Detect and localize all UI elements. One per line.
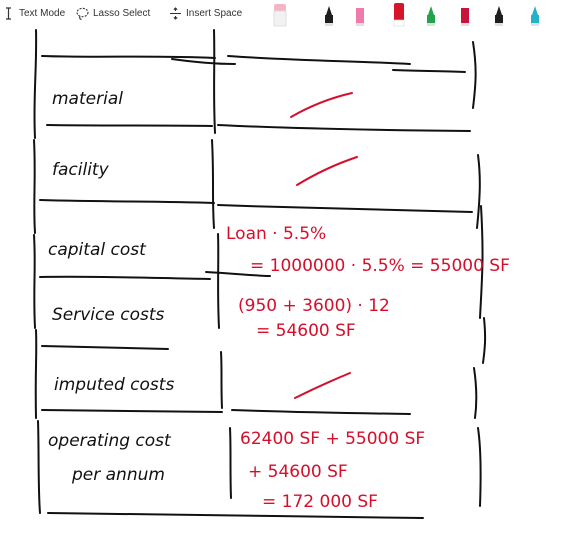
table-middle-divider — [211, 29, 232, 499]
insert-space-label: Insert Space — [186, 7, 243, 19]
row-label-facility: facility — [52, 160, 110, 180]
table-left-border — [33, 29, 41, 514]
row-line-6 — [47, 512, 424, 519]
row-label-service-costs: Service costs — [52, 305, 165, 325]
row-line-1 — [46, 124, 471, 132]
service-costs-line-1: (950 + 3600) · 12 — [238, 296, 390, 316]
row-line-2 — [39, 199, 473, 213]
insert-space-icon — [169, 6, 182, 20]
row-label-material: material — [52, 89, 123, 109]
row-line-3 — [39, 271, 271, 280]
row-label-imputed-costs: imputed costs — [54, 375, 174, 395]
operating-cost-line-2: + 54600 SF — [248, 462, 348, 482]
drawing-canvas[interactable]: material facility capital cost Service c… — [0, 28, 564, 533]
lasso-select-button[interactable]: Lasso Select — [76, 5, 150, 21]
lasso-icon — [76, 7, 89, 20]
insert-space-button[interactable]: Insert Space — [169, 5, 242, 21]
operating-cost-line-1: 62400 SF + 55000 SF — [240, 429, 425, 449]
row-line-4 — [41, 345, 169, 350]
row-line-5 — [41, 409, 411, 415]
pen-black-icon[interactable] — [319, 2, 339, 28]
eraser-icon[interactable] — [270, 2, 290, 28]
toolbar: Text Mode Lasso Select Insert Space — [0, 0, 564, 28]
pen-red-icon[interactable] — [389, 2, 409, 28]
pen-black-2-icon[interactable] — [489, 2, 509, 28]
service-costs-line-2: = 54600 SF — [256, 321, 356, 341]
capital-cost-line-1: Loan · 5.5% — [226, 224, 326, 244]
row-label-operating-cost: operating cost — [48, 431, 172, 451]
text-mode-label: Text Mode — [19, 7, 66, 19]
row-label-per-annum: per annum — [71, 465, 165, 485]
pen-cyan-icon[interactable] — [525, 2, 545, 28]
check-mark-imputed-costs — [294, 372, 351, 399]
text-mode-button[interactable]: Text Mode — [2, 5, 65, 21]
lasso-select-label: Lasso Select — [93, 7, 151, 19]
pen-crimson-icon[interactable] — [455, 2, 475, 28]
operating-cost-line-3: = 172 000 SF — [262, 492, 378, 512]
pen-pink-icon[interactable] — [350, 2, 370, 28]
text-cursor-icon — [2, 6, 15, 20]
check-mark-material — [290, 92, 353, 118]
pen-green-icon[interactable] — [421, 2, 441, 28]
capital-cost-line-2: = 1000000 · 5.5% = 55000 SF — [250, 256, 510, 276]
row-label-capital-cost: capital cost — [48, 240, 147, 260]
check-mark-facility — [296, 156, 358, 186]
row-line-0 — [41, 55, 411, 65]
